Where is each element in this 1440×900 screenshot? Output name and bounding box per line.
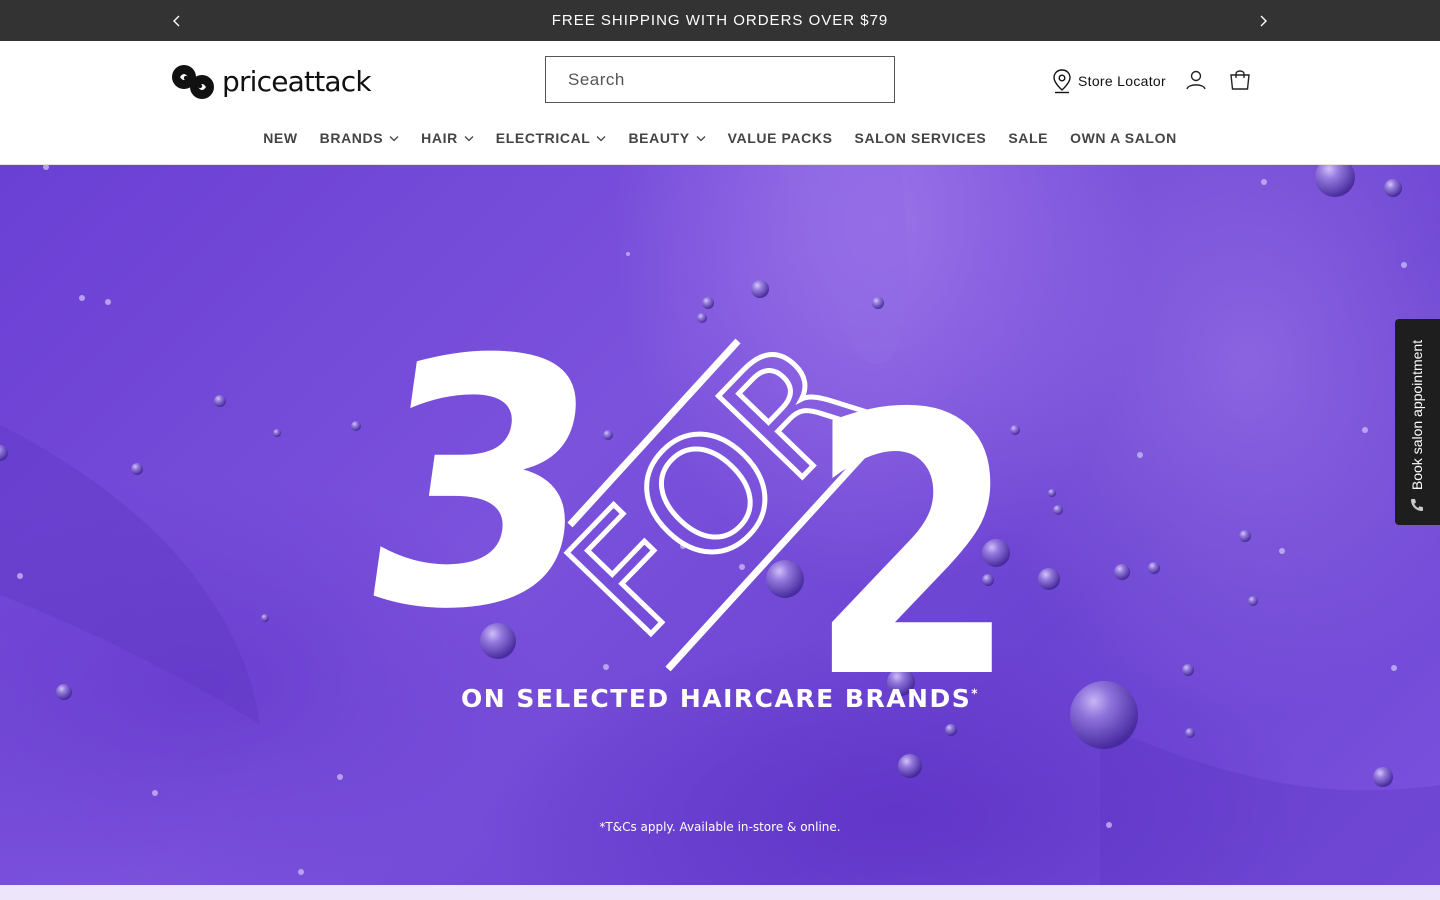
nav-item-label: SALON SERVICES	[854, 130, 987, 146]
map-pin-icon	[1053, 69, 1071, 94]
chevron-down-icon	[597, 135, 606, 141]
nav-item-salon-services[interactable]: SALON SERVICES	[855, 130, 987, 146]
site-header: priceattack Store Locator NEW BRANDS	[0, 41, 1440, 165]
announcement-next-button[interactable]	[1248, 0, 1278, 41]
announcement-message: FREE SHIPPING WITH ORDERS OVER $79	[551, 12, 889, 29]
promo-number-left: 3	[339, 288, 625, 684]
nav-item-hair[interactable]: HAIR	[421, 130, 474, 146]
chevron-down-icon	[464, 135, 474, 141]
nav-item-brands[interactable]: BRANDS	[320, 130, 400, 146]
nav-item-own-a-salon[interactable]: OWN A SALON	[1070, 130, 1177, 146]
nav-item-label: OWN A SALON	[1070, 130, 1177, 146]
cart-button[interactable]	[1227, 67, 1253, 93]
logo-text: priceattack	[222, 64, 372, 98]
nav-item-label: NEW	[263, 130, 298, 146]
chevron-left-icon	[173, 15, 180, 26]
nav-item-sale[interactable]: SALE	[1008, 130, 1048, 146]
announcement-prev-button[interactable]	[162, 0, 192, 41]
account-icon	[1186, 70, 1206, 90]
site-logo[interactable]: priceattack	[170, 60, 372, 102]
main-nav: NEW BRANDS HAIR ELECTRICAL BEAUTY VALUE …	[0, 123, 1440, 153]
next-section-edge	[0, 885, 1440, 900]
logo-mark-icon	[172, 65, 214, 99]
phone-icon	[1411, 499, 1423, 511]
book-salon-appointment-label: Book salon appointment	[1409, 339, 1425, 491]
hero-banner[interactable]: 3 2 FOR ON SELECTED HAIRCARE BRANDS* *T&…	[0, 165, 1440, 885]
nav-item-label: BRANDS	[319, 130, 384, 146]
cart-icon	[1230, 70, 1250, 90]
nav-item-label: ELECTRICAL	[495, 130, 591, 146]
store-locator-label: Store Locator	[1078, 73, 1166, 89]
nav-item-new[interactable]: NEW	[263, 130, 297, 146]
hero-graphic: 3 2 FOR	[0, 165, 1440, 885]
nav-item-label: HAIR	[421, 130, 458, 146]
nav-item-label: BEAUTY	[628, 130, 690, 146]
nav-item-beauty[interactable]: BEAUTY	[628, 130, 706, 146]
chevron-down-icon	[696, 135, 706, 141]
promo-subline-text: ON SELECTED HAIRCARE BRANDS	[460, 684, 972, 713]
store-locator-link[interactable]: Store Locator	[1052, 68, 1166, 94]
chevron-down-icon	[389, 135, 399, 141]
promo-terms: *T&Cs apply. Available in-store & online…	[599, 820, 841, 834]
nav-item-label: SALE	[1008, 130, 1049, 146]
promo-subline-mark: *	[971, 686, 980, 701]
book-salon-appointment-tab[interactable]: Book salon appointment	[1395, 319, 1440, 525]
nav-item-electrical[interactable]: ELECTRICAL	[496, 130, 607, 146]
search-box[interactable]	[545, 56, 895, 103]
announcement-bar: FREE SHIPPING WITH ORDERS OVER $79	[0, 0, 1440, 41]
search-input[interactable]	[566, 68, 866, 91]
nav-item-value-packs[interactable]: VALUE PACKS	[728, 130, 833, 146]
nav-item-label: VALUE PACKS	[727, 130, 833, 146]
chevron-right-icon	[1260, 15, 1267, 26]
account-button[interactable]	[1183, 67, 1209, 93]
promo-subline: ON SELECTED HAIRCARE BRANDS*	[0, 684, 1440, 713]
